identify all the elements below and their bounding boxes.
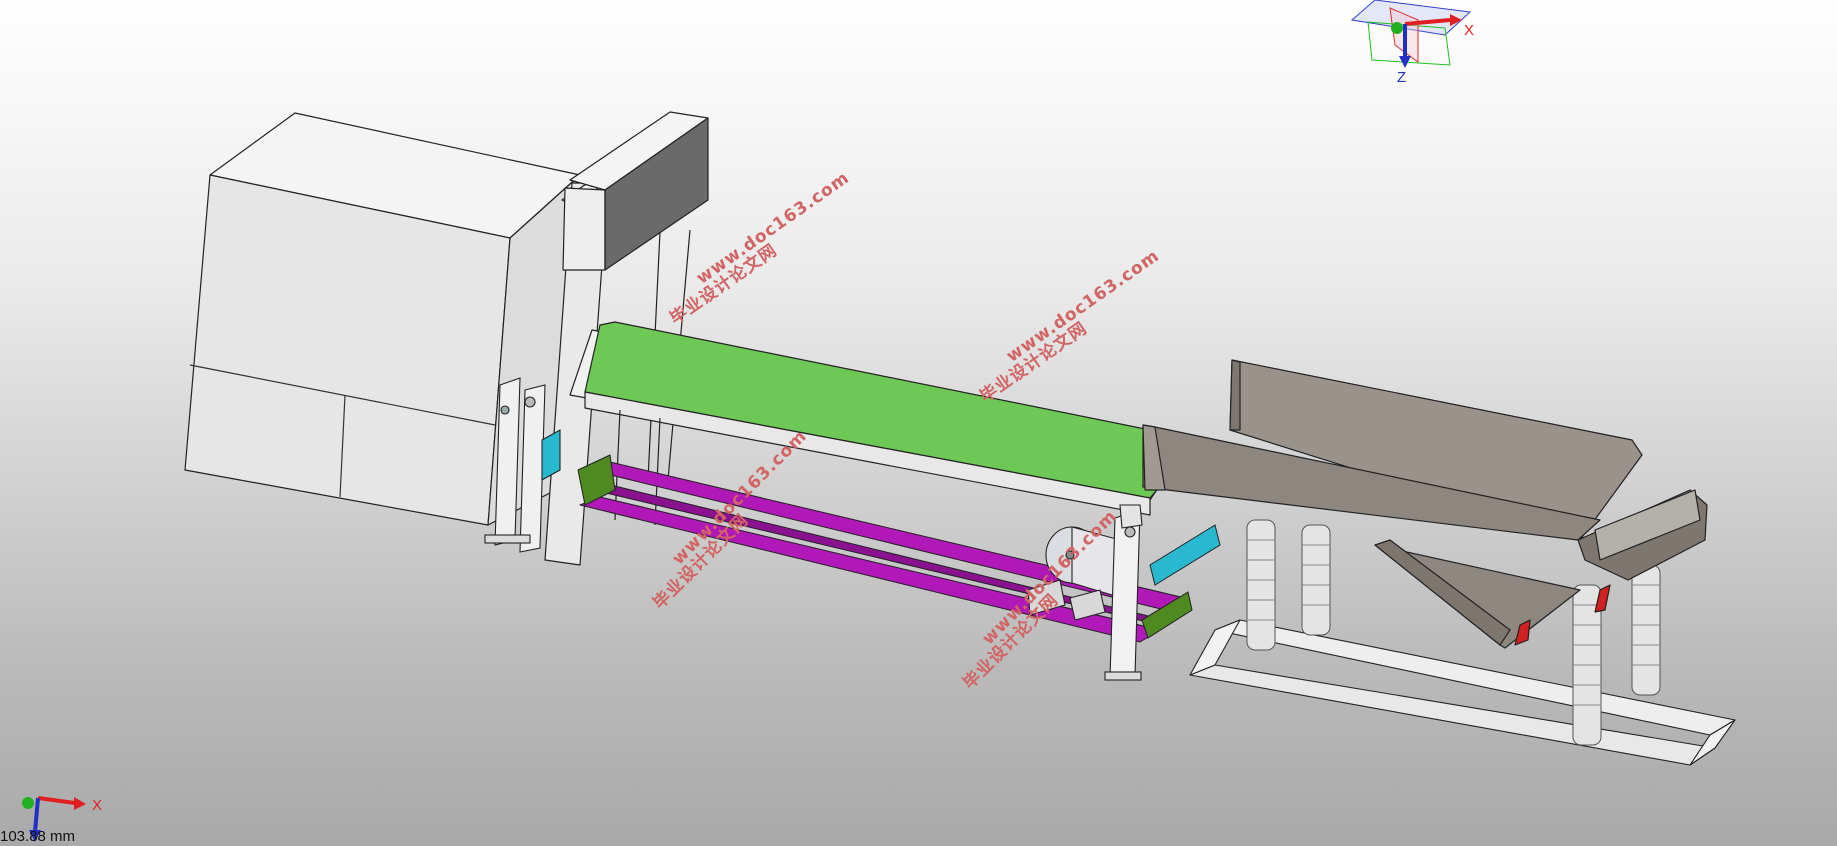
corner-x-arrowhead-icon xyxy=(74,797,86,810)
watermark-url: www.doc163.com xyxy=(1003,246,1163,367)
view-triad[interactable]: X Z xyxy=(1350,0,1474,86)
corner-y-axis-icon xyxy=(22,797,34,809)
cad-viewport[interactable]: 毕业设计论文网 www.doc163.com 毕业设计论文网 www.doc16… xyxy=(0,0,1837,846)
machine-cabinet xyxy=(184,112,581,526)
hood-box xyxy=(562,111,709,271)
watermark-url: www.doc163.com xyxy=(693,168,853,289)
corner-x-axis-icon xyxy=(37,796,76,805)
corner-x-axis-label: X xyxy=(92,797,102,814)
conveyor xyxy=(569,321,1201,526)
x-axis-label: X xyxy=(1464,22,1474,39)
feeder-tray xyxy=(1142,359,1708,649)
z-axis-label: Z xyxy=(1397,69,1406,86)
y-axis-icon xyxy=(1391,22,1403,34)
corner-z-axis-icon xyxy=(33,797,40,833)
scale-readout: 103.88 mm xyxy=(0,828,76,845)
